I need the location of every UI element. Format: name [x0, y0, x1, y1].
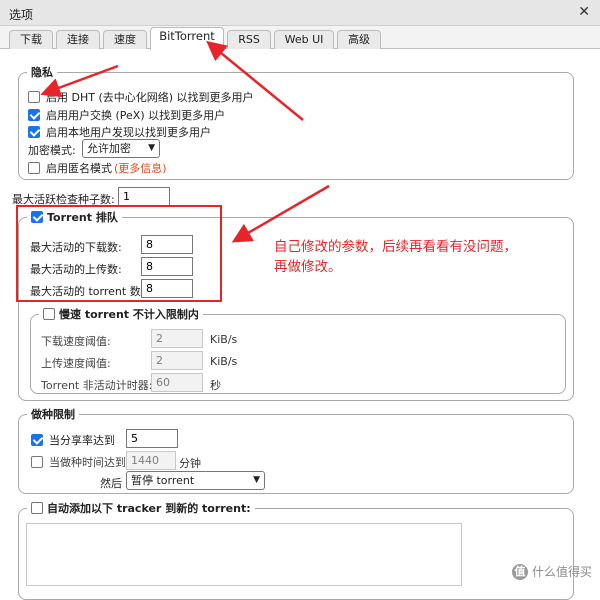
time-label: 当做种时间达到 [49, 456, 126, 469]
time-option[interactable]: 当做种时间达到 [31, 454, 126, 470]
time-input[interactable]: 1440 [126, 451, 176, 470]
seeding-action-select[interactable]: 暂停 torrent ▼ [126, 471, 265, 490]
trackers-legend-row[interactable]: 自动添加以下 tracker 到新的 torrent: [31, 500, 251, 516]
privacy-legend: 隐私 [31, 66, 53, 79]
trackers-legend-text: 自动添加以下 tracker 到新的 torrent: [47, 502, 251, 515]
dl-threshold-unit: KiB/s [210, 333, 238, 346]
ratio-label: 当分享率达到 [49, 434, 115, 447]
anon-checkbox[interactable] [28, 162, 40, 174]
seeding-action-value: 暂停 torrent [131, 474, 195, 487]
ratio-checkbox[interactable] [31, 434, 43, 446]
watermark-text: 什么值得买 [531, 565, 592, 579]
annotation-line-1: 自己修改的参数，后续再看看有没问题， [274, 239, 517, 255]
tab-bar: 下载 连接 速度 BitTorrent RSS Web UI 高级 [0, 26, 600, 50]
slow-checkbox[interactable] [43, 308, 55, 320]
anon-option[interactable]: 启用匿名模式 (更多信息) [28, 160, 167, 176]
tab-downloads[interactable]: 下载 [9, 30, 53, 49]
close-icon[interactable]: ✕ [578, 4, 590, 20]
max-checking-input[interactable]: 1 [118, 187, 170, 206]
tab-speed[interactable]: 速度 [103, 30, 147, 49]
window-title: 选项 [9, 8, 34, 22]
more-info-link[interactable]: (更多信息) [114, 160, 167, 176]
ul-threshold-input[interactable]: 2 [151, 351, 203, 370]
watermark: 值 什么值得买 [511, 563, 592, 580]
anon-label: 启用匿名模式 [46, 162, 112, 175]
lsd-checkbox[interactable] [28, 126, 40, 138]
annotation-highlight-box [16, 205, 222, 302]
dht-option[interactable]: 启用 DHT (去中心化网络) 以找到更多用户 [28, 89, 254, 105]
encryption-select[interactable]: 允许加密 ▼ [82, 139, 160, 158]
time-unit: 分钟 [179, 457, 201, 470]
dl-threshold-label: 下载速度阈值: [41, 335, 111, 348]
watermark-badge: 值 [511, 563, 528, 580]
chevron-down-icon: ▼ [253, 475, 260, 485]
annotation-text: 自己修改的参数，后续再看看有没问题， 再做修改。 [274, 237, 517, 277]
ratio-input[interactable]: 5 [126, 429, 178, 448]
encryption-value: 允许加密 [87, 142, 131, 155]
tab-bittorrent[interactable]: BitTorrent [150, 27, 224, 50]
annotation-line-2: 再做修改。 [274, 259, 342, 275]
tab-webui[interactable]: Web UI [274, 30, 334, 49]
ratio-option[interactable]: 当分享率达到 [31, 432, 115, 448]
lsd-label: 启用本地用户发现以找到更多用户 [46, 126, 211, 139]
dht-checkbox[interactable] [28, 91, 40, 103]
dl-threshold-input[interactable]: 2 [151, 329, 203, 348]
ul-threshold-unit: KiB/s [210, 355, 238, 368]
inactive-timer-unit: 秒 [210, 379, 221, 392]
inactive-timer-label: Torrent 非活动计时器: [41, 379, 153, 392]
encryption-label: 加密模式: [28, 144, 76, 157]
tab-rss[interactable]: RSS [227, 30, 271, 49]
then-label: 然后 [100, 477, 122, 490]
chevron-down-icon: ▼ [148, 143, 155, 153]
trackers-legend: 自动添加以下 tracker 到新的 torrent: [27, 500, 255, 517]
ul-threshold-label: 上传速度阈值: [41, 357, 111, 370]
dht-label: 启用 DHT (去中心化网络) 以找到更多用户 [46, 91, 254, 104]
time-checkbox[interactable] [31, 456, 43, 468]
slow-legend: 慢速 torrent 不计入限制内 [39, 306, 203, 323]
seeding-legend: 做种限制 [31, 408, 75, 421]
slow-legend-text: 慢速 torrent 不计入限制内 [59, 308, 199, 321]
pex-option[interactable]: 启用用户交换 (PeX) 以找到更多用户 [28, 107, 225, 123]
pex-checkbox[interactable] [28, 109, 40, 121]
inactive-timer-input[interactable]: 60 [151, 373, 203, 392]
trackers-checkbox[interactable] [31, 502, 43, 514]
slow-legend-row[interactable]: 慢速 torrent 不计入限制内 [43, 306, 199, 322]
pex-label: 启用用户交换 (PeX) 以找到更多用户 [46, 109, 226, 122]
title-bar: 选项 ✕ [0, 0, 600, 26]
tab-connection[interactable]: 连接 [56, 30, 100, 49]
lsd-option[interactable]: 启用本地用户发现以找到更多用户 [28, 124, 211, 140]
tab-advanced[interactable]: 高级 [337, 30, 381, 49]
trackers-textarea[interactable] [26, 523, 462, 586]
